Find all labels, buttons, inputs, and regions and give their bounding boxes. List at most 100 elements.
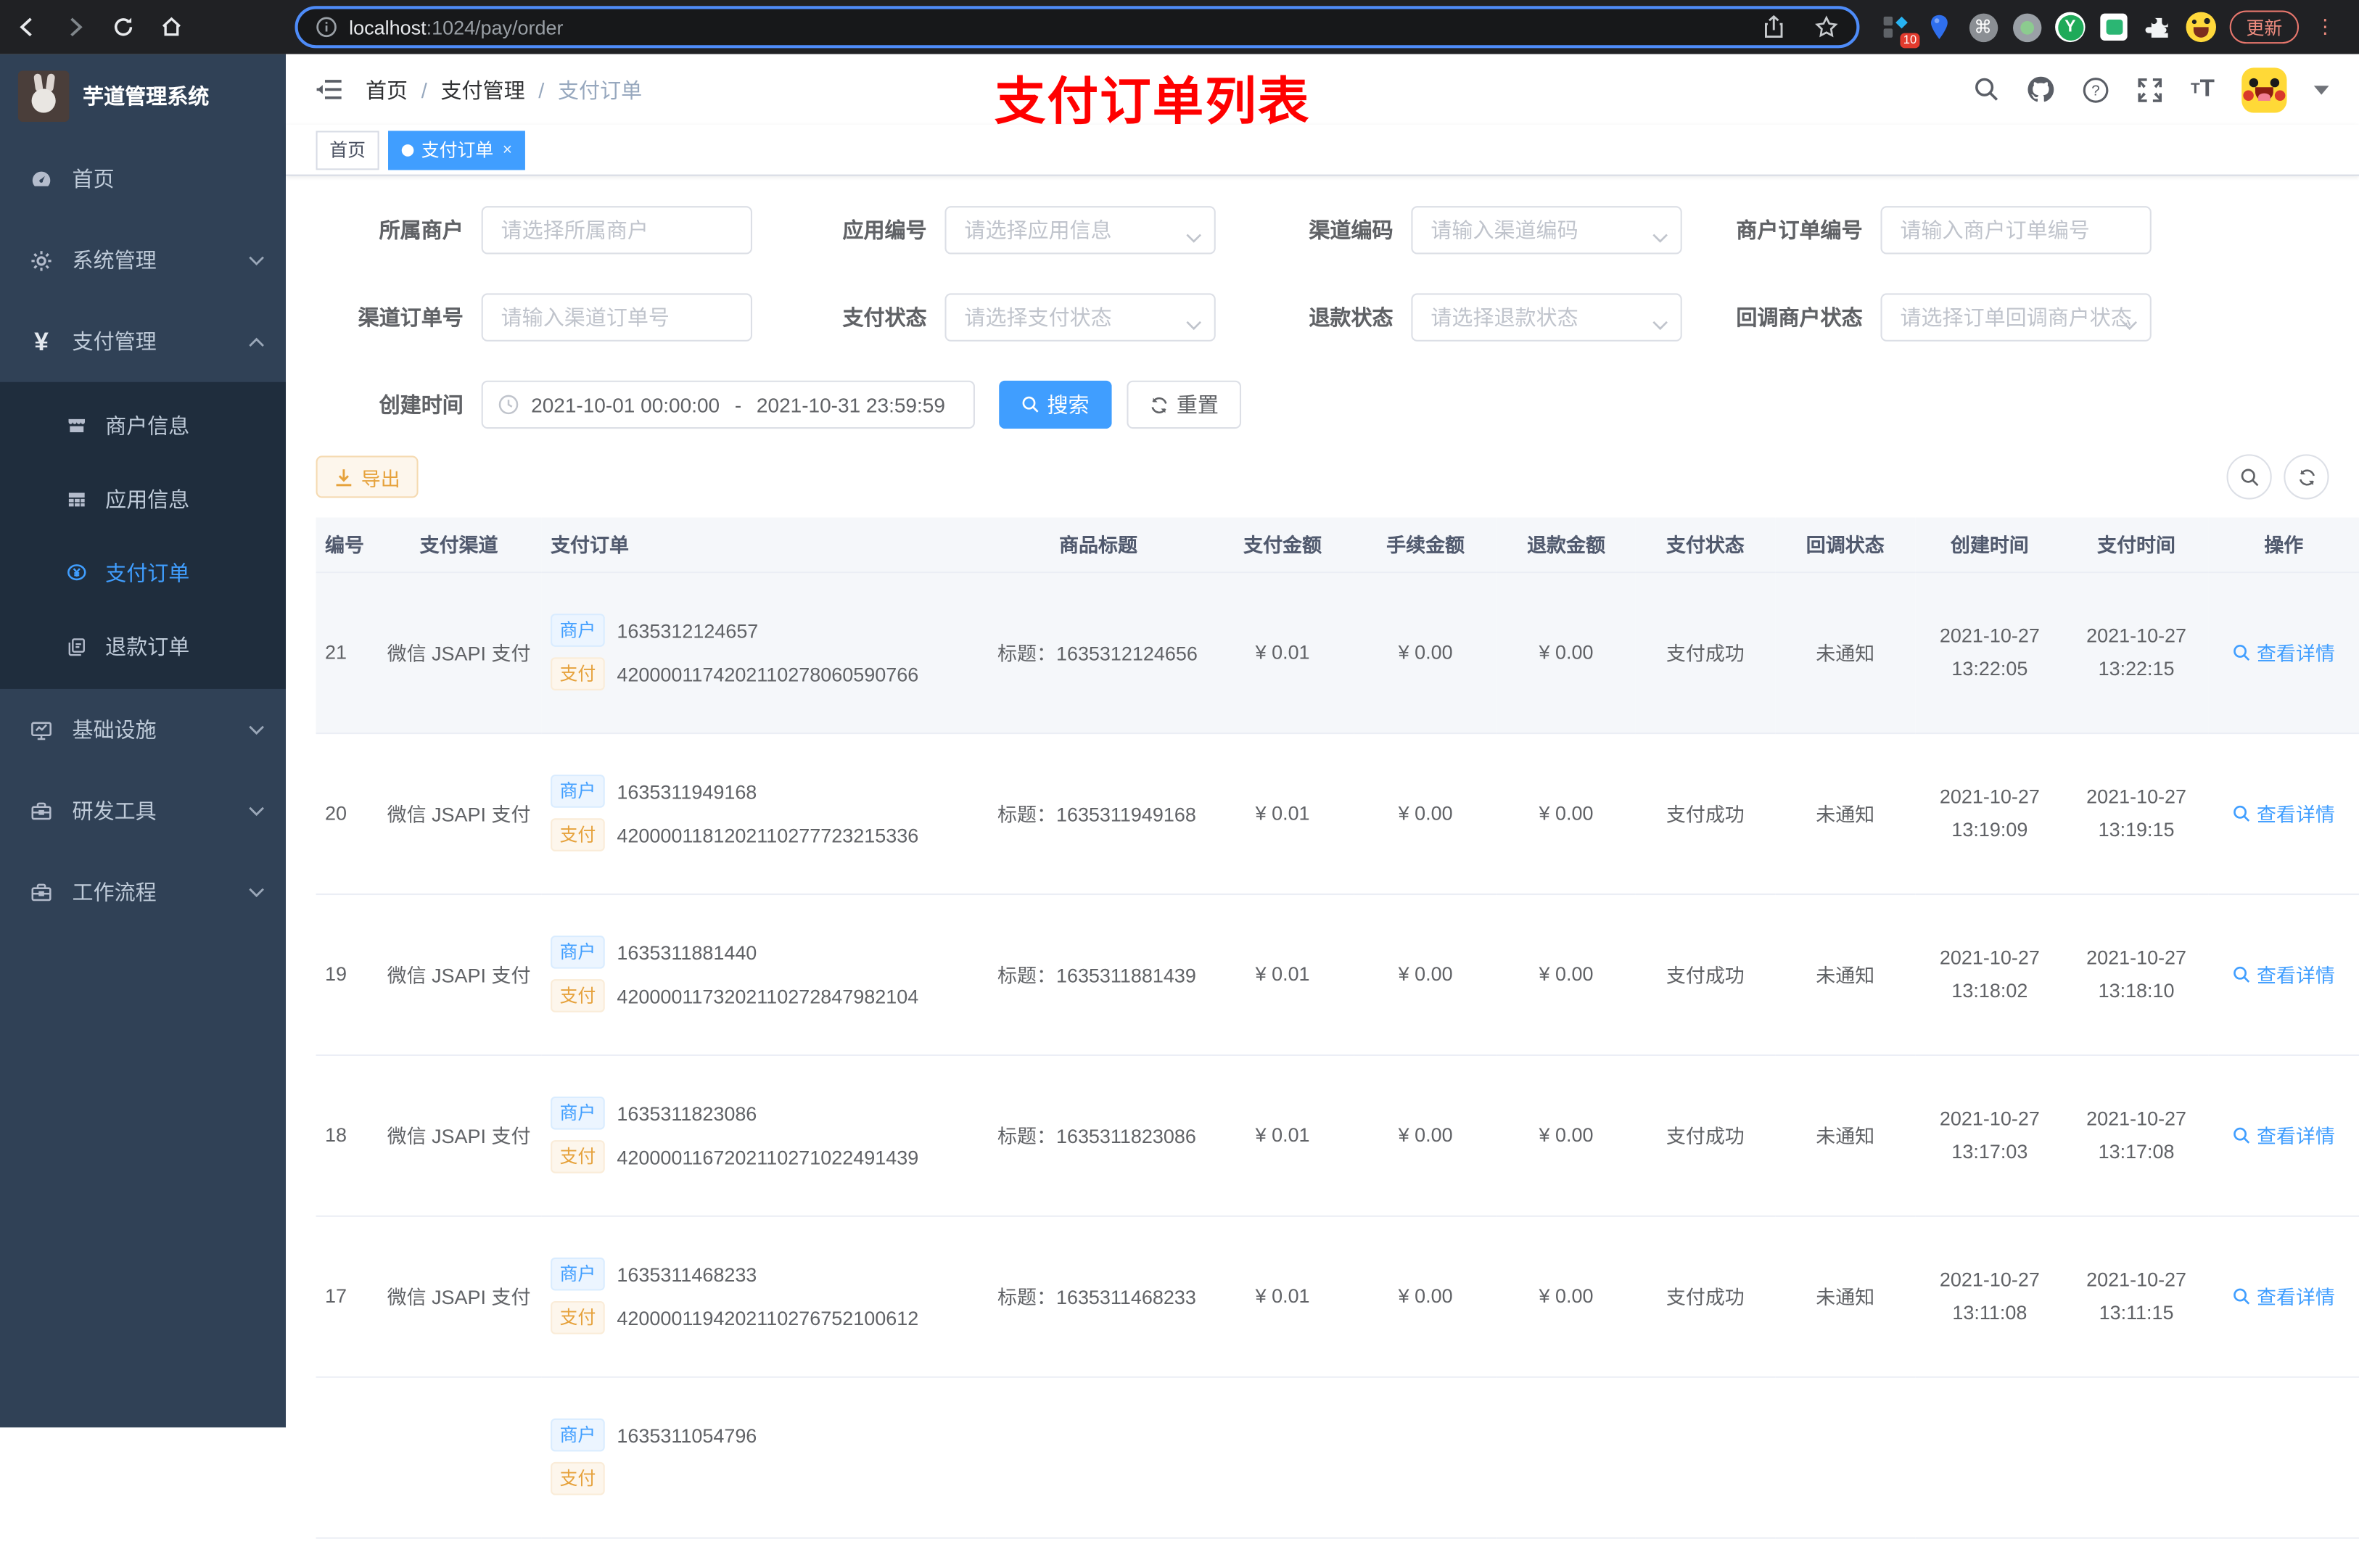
sidebar-subitem-label: 支付订单 xyxy=(105,560,190,585)
pay-badge: 支付 xyxy=(551,979,605,1012)
sidebar-subitem-2-0[interactable]: 商户信息 xyxy=(0,388,286,462)
breadcrumb-separator: / xyxy=(421,77,427,102)
sidebar-item-4[interactable]: 研发工具 xyxy=(0,770,286,851)
gear-icon xyxy=(30,249,52,271)
view-detail-link[interactable]: 查看详情 xyxy=(2233,960,2335,988)
table-row[interactable]: 17 微信 JSAPI 支付 商户 1635311468233 支付 4200001… xyxy=(316,1215,2359,1377)
browser-forward-icon[interactable] xyxy=(54,6,96,48)
extension-dot-icon[interactable] xyxy=(2012,12,2041,42)
sidebar-logo[interactable]: 芋道管理系统 xyxy=(0,54,286,139)
extension-grid-icon[interactable]: 10 xyxy=(1880,12,1920,49)
filter-field-4[interactable] xyxy=(481,293,752,342)
sidebar-item-5[interactable]: 工作流程 xyxy=(0,851,286,933)
sidebar-item-label: 工作流程 xyxy=(72,880,157,904)
avatar[interactable] xyxy=(2241,67,2287,112)
table-row-partial[interactable]: 商户 1635311054796 支付 xyxy=(316,1376,2359,1538)
extension-puzzle-icon[interactable] xyxy=(2142,12,2172,42)
merchant-order-no: 1635311881440 xyxy=(617,941,757,964)
create-time-range-picker[interactable]: 2021-10-01 00:00:00 - 2021-10-31 23:59:5… xyxy=(481,380,975,429)
browser-home-icon[interactable] xyxy=(150,6,192,48)
sidebar-item-3[interactable]: 基础设施 xyxy=(0,689,286,770)
extension-y-icon[interactable]: Y xyxy=(2055,12,2086,43)
chevron-down-icon xyxy=(248,806,265,817)
sidebar-subitem-2-3[interactable]: 退款订单 xyxy=(0,609,286,683)
sidebar-item-0[interactable]: 首页 xyxy=(0,139,286,220)
view-detail-label: 查看详情 xyxy=(2256,1286,2335,1309)
view-detail-link[interactable]: 查看详情 xyxy=(2233,1121,2335,1149)
export-button[interactable]: 导出 xyxy=(316,455,419,498)
sidebar-item-2[interactable]: ¥ 支付管理 xyxy=(0,301,286,382)
pay-channel: 微信 JSAPI 支付 xyxy=(376,733,542,894)
fullscreen-icon[interactable] xyxy=(2136,76,2163,103)
search-icon[interactable] xyxy=(1974,77,1999,102)
reset-button[interactable]: 重置 xyxy=(1127,380,1242,429)
pay-order-no: 4200001173202110272847982104 xyxy=(617,984,919,1007)
extension-emoji-icon[interactable] xyxy=(2186,12,2217,43)
breadcrumb-home[interactable]: 首页 xyxy=(366,75,408,104)
browser-menu-icon[interactable]: ⋮ xyxy=(2315,15,2335,39)
sidebar-item-1[interactable]: 系统管理 xyxy=(0,220,286,301)
column-header-6: 退款金额 xyxy=(1496,517,1636,573)
column-header-4: 支付金额 xyxy=(1211,517,1354,573)
url-path: :1024/pay/order xyxy=(426,15,564,38)
table-row[interactable]: 18 微信 JSAPI 支付 商户 1635311823086 支付 4200001… xyxy=(316,1054,2359,1216)
help-icon[interactable]: ? xyxy=(2083,76,2109,103)
pay-time: 2021-10-27 13:22:15 xyxy=(2086,623,2187,680)
filter-field-6[interactable] xyxy=(1411,293,1682,342)
fee-amount: ¥ 0.00 xyxy=(1354,1215,1497,1377)
table-row[interactable]: 19 微信 JSAPI 支付 商户 1635311881440 支付 4200001… xyxy=(316,893,2359,1055)
tag-close-icon[interactable]: × xyxy=(503,141,512,159)
tag-1[interactable]: 支付订单 × xyxy=(388,130,526,170)
browser-extensions: 10 ⌘ Y 更新 ⋮ xyxy=(1880,0,2335,54)
filter-field-3[interactable] xyxy=(1880,206,2152,255)
extension-pin-icon[interactable] xyxy=(1924,12,1954,42)
pay-amount: ¥ 0.01 xyxy=(1211,1215,1354,1377)
view-detail-link[interactable]: 查看详情 xyxy=(2233,637,2335,666)
refund-amount: ¥ 0.00 xyxy=(1496,572,1636,734)
url-bar[interactable]: localhost:1024/pay/order xyxy=(295,6,1860,49)
share-icon[interactable] xyxy=(1763,15,1784,39)
refresh-button[interactable] xyxy=(2284,454,2329,500)
bookmark-star-icon[interactable] xyxy=(1814,15,1838,39)
github-icon[interactable] xyxy=(2027,75,2055,104)
filter-field-1[interactable] xyxy=(944,206,1216,255)
avatar-caret-icon[interactable] xyxy=(2313,85,2329,94)
create-time: 2021-10-27 13:11:08 xyxy=(1939,1267,2040,1324)
refund-amount: ¥ 0.00 xyxy=(1496,893,1636,1055)
merchant-badge: 商户 xyxy=(551,936,605,969)
notify-status: 未通知 xyxy=(1775,733,1916,894)
browser-update-button[interactable]: 更新 xyxy=(2229,10,2300,44)
tag-0[interactable]: 首页 xyxy=(316,130,379,170)
search-button[interactable]: 搜索 xyxy=(999,380,1112,429)
extension-chat-icon[interactable] xyxy=(2099,12,2128,42)
breadcrumb-pay-manage[interactable]: 支付管理 xyxy=(440,75,524,104)
filter-field-0[interactable] xyxy=(481,206,752,255)
extension-command-icon[interactable]: ⌘ xyxy=(1968,12,1998,42)
site-info-icon[interactable] xyxy=(316,17,337,38)
column-header-9: 创建时间 xyxy=(1915,517,2064,573)
column-header-8: 回调状态 xyxy=(1775,517,1916,573)
table-row[interactable]: 21 微信 JSAPI 支付 商户 1635312124657 支付 4200001… xyxy=(316,572,2359,734)
refund-amount: ¥ 0.00 xyxy=(1496,1054,1636,1216)
refund-icon xyxy=(66,635,87,656)
filter-field-5[interactable] xyxy=(944,293,1216,342)
view-detail-link[interactable]: 查看详情 xyxy=(2233,799,2335,827)
filter-field-2[interactable] xyxy=(1411,206,1682,255)
grid-icon xyxy=(66,488,87,509)
sidebar-subitem-2-2[interactable]: 支付订单 xyxy=(0,535,286,609)
page-content: 所属商户 应用编号 渠道编码 商户订单编号 渠道订单号 xyxy=(286,176,2359,1568)
sidebar-item-label: 支付管理 xyxy=(72,329,157,354)
view-detail-link[interactable]: 查看详情 xyxy=(2233,1282,2335,1310)
merchant-badge: 商户 xyxy=(551,1257,605,1291)
sidebar-subitem-2-1[interactable]: 应用信息 xyxy=(0,462,286,536)
browser-back-icon[interactable] xyxy=(6,6,48,48)
pay-amount: ¥ 0.01 xyxy=(1211,572,1354,734)
sidebar-fold-icon[interactable] xyxy=(316,78,342,101)
font-size-icon[interactable]: TT xyxy=(2191,76,2215,103)
browser-reload-icon[interactable] xyxy=(102,6,144,48)
yen-icon: ¥ xyxy=(34,327,49,356)
toggle-search-button[interactable] xyxy=(2226,454,2272,500)
pay-time: 2021-10-27 13:18:10 xyxy=(2086,945,2187,1002)
table-row[interactable]: 20 微信 JSAPI 支付 商户 1635311949168 支付 4200001… xyxy=(316,733,2359,894)
filter-field-7[interactable] xyxy=(1880,293,2152,342)
